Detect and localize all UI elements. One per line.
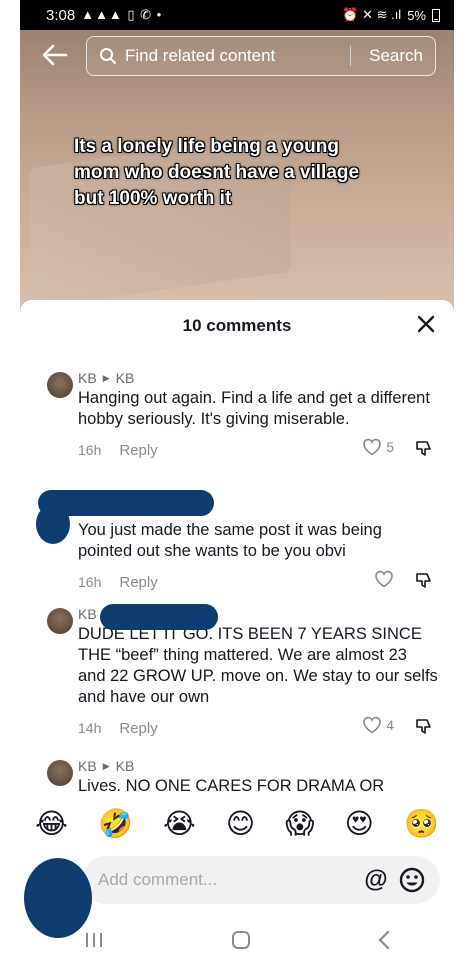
comment-author[interactable]: KB: [78, 758, 97, 774]
back-arrow-icon: [42, 44, 68, 66]
avatar[interactable]: [47, 372, 73, 398]
dislike-button[interactable]: [414, 439, 434, 462]
home-button[interactable]: [230, 929, 252, 956]
like-count: 5: [386, 439, 394, 455]
redacted-author-tag: [100, 604, 218, 630]
search-button[interactable]: Search: [369, 37, 423, 75]
comment-meta: 16h Reply 5: [78, 438, 438, 462]
reply-arrow-icon: ▶: [102, 372, 110, 383]
back-button[interactable]: [40, 40, 70, 70]
emoji-pleading[interactable]: 🥺: [404, 807, 439, 840]
heart-icon: [363, 438, 382, 456]
comment-text: DUDE LET IT GO. ITS BEEN 7 YEARS SINCE T…: [78, 625, 438, 706]
comments-count-title: 10 comments: [182, 316, 292, 335]
comment-reply-to[interactable]: KB: [116, 370, 135, 386]
thumbs-down-icon: [416, 441, 431, 456]
comment-meta: 16h Reply: [78, 570, 438, 594]
battery-icon: [432, 8, 440, 22]
dislike-button[interactable]: [414, 717, 434, 740]
system-nav-bar: [20, 918, 454, 966]
emoji-quick-bar: 😂 🤣 😭 😊 😱 😍 🥺: [20, 800, 454, 846]
chevron-left-icon: [378, 930, 390, 949]
emoji-rofl[interactable]: 🤣: [98, 807, 133, 840]
search-divider: [350, 46, 351, 66]
redacted-avatar: [36, 504, 70, 544]
comment-text: Lives. NO ONE CARES FOR DRAMA OR: [78, 777, 385, 792]
heart-icon: [363, 716, 382, 734]
comment-input[interactable]: Add comment... @: [82, 856, 440, 904]
like-button[interactable]: [374, 570, 394, 588]
comment-list[interactable]: KB ▶ KB Hanging out again. Find a life a…: [20, 352, 454, 792]
add-comment-row: Add comment... @: [20, 854, 454, 938]
comment-author[interactable]: KB: [78, 606, 97, 622]
video-caption: Its a lonely life being a young mom who …: [74, 136, 360, 209]
system-icons: ⏰ ✕ ≋ .ıl: [342, 7, 402, 22]
search-icon: [100, 48, 116, 64]
reply-button[interactable]: Reply: [119, 442, 157, 459]
emoji-heart-eyes[interactable]: 😍: [345, 807, 374, 840]
comment-item: You just made the same post it was being…: [36, 490, 438, 594]
like-button[interactable]: 4: [362, 716, 394, 734]
smiley-icon: [399, 867, 425, 893]
emoji-button[interactable]: [398, 866, 426, 894]
comment-item: KB ▶ KB Lives. NO ONE CARES FOR DRAMA OR: [47, 758, 438, 792]
comment-time: 16h: [78, 442, 102, 458]
status-bar: 3:08 ▲▲▲ ▯ ✆ • ⏰ ✕ ≋ .ıl 5%: [20, 0, 454, 30]
comment-reply-to[interactable]: KB: [116, 758, 135, 774]
reply-button[interactable]: Reply: [119, 720, 157, 737]
avatar[interactable]: [47, 608, 73, 634]
dislike-button[interactable]: [414, 571, 434, 594]
reply-arrow-icon: ▶: [102, 760, 110, 771]
notification-icons: ▲▲▲ ▯ ✆ •: [81, 7, 163, 22]
reply-button[interactable]: Reply: [119, 574, 157, 591]
comment-time: 14h: [78, 720, 102, 736]
comment-item: KB DUDE LET IT GO. ITS BEEN 7 YEARS SINC…: [47, 604, 438, 740]
comment-placeholder: Add comment...: [98, 870, 218, 889]
back-nav-button[interactable]: [377, 929, 391, 956]
battery-level: 5%: [407, 7, 426, 23]
like-count: 4: [386, 717, 394, 733]
comment-author-line: KB ▶ KB: [78, 758, 438, 774]
comment-text: Hanging out again. Find a life and get a…: [78, 389, 430, 428]
comment-author[interactable]: KB: [78, 370, 97, 386]
emoji-scream[interactable]: 😱: [285, 807, 314, 840]
search-bar[interactable]: Find related content Search: [86, 36, 436, 76]
heart-icon: [375, 570, 393, 588]
emoji-joy[interactable]: 😂: [35, 807, 68, 840]
thumbs-down-icon: [416, 573, 431, 588]
close-icon: [417, 315, 435, 333]
comment-time: 16h: [78, 574, 102, 590]
comment-author-line: KB ▶ KB: [78, 370, 438, 386]
avatar[interactable]: [47, 760, 73, 786]
emoji-smile[interactable]: 😊: [226, 807, 255, 840]
thumbs-down-icon: [416, 719, 431, 734]
emoji-crying[interactable]: 😭: [163, 807, 196, 840]
comment-meta: 14h Reply 4: [78, 716, 438, 740]
close-button[interactable]: [414, 312, 438, 336]
status-time: 3:08: [46, 6, 76, 24]
comment-item: KB ▶ KB Hanging out again. Find a life a…: [47, 370, 438, 462]
recent-apps-button[interactable]: [83, 931, 105, 954]
search-input[interactable]: Find related content: [125, 46, 275, 66]
mention-button[interactable]: @: [362, 866, 390, 894]
comment-text: You just made the same post it was being…: [78, 521, 382, 560]
home-icon: [231, 930, 250, 949]
like-button[interactable]: 5: [362, 438, 394, 456]
recents-icon: [85, 932, 102, 947]
